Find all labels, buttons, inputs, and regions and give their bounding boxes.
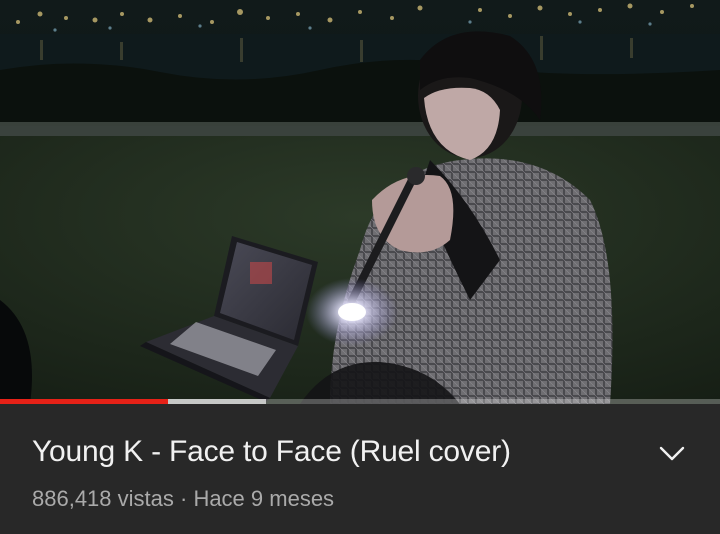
view-count: 886,418 vistas — [32, 486, 174, 511]
publish-date: Hace 9 meses — [193, 486, 335, 511]
chevron-down-icon — [659, 446, 685, 461]
video-title[interactable]: Young K - Face to Face (Ruel cover) — [32, 432, 511, 472]
video-meta: 886,418 vistas · Hace 9 meses — [32, 484, 334, 514]
video-info: Young K - Face to Face (Ruel cover) 886,… — [0, 404, 720, 534]
video-frame — [0, 0, 720, 404]
meta-separator: · — [173, 486, 194, 511]
expand-description-button[interactable] — [652, 434, 692, 474]
video-player[interactable] — [0, 0, 720, 404]
